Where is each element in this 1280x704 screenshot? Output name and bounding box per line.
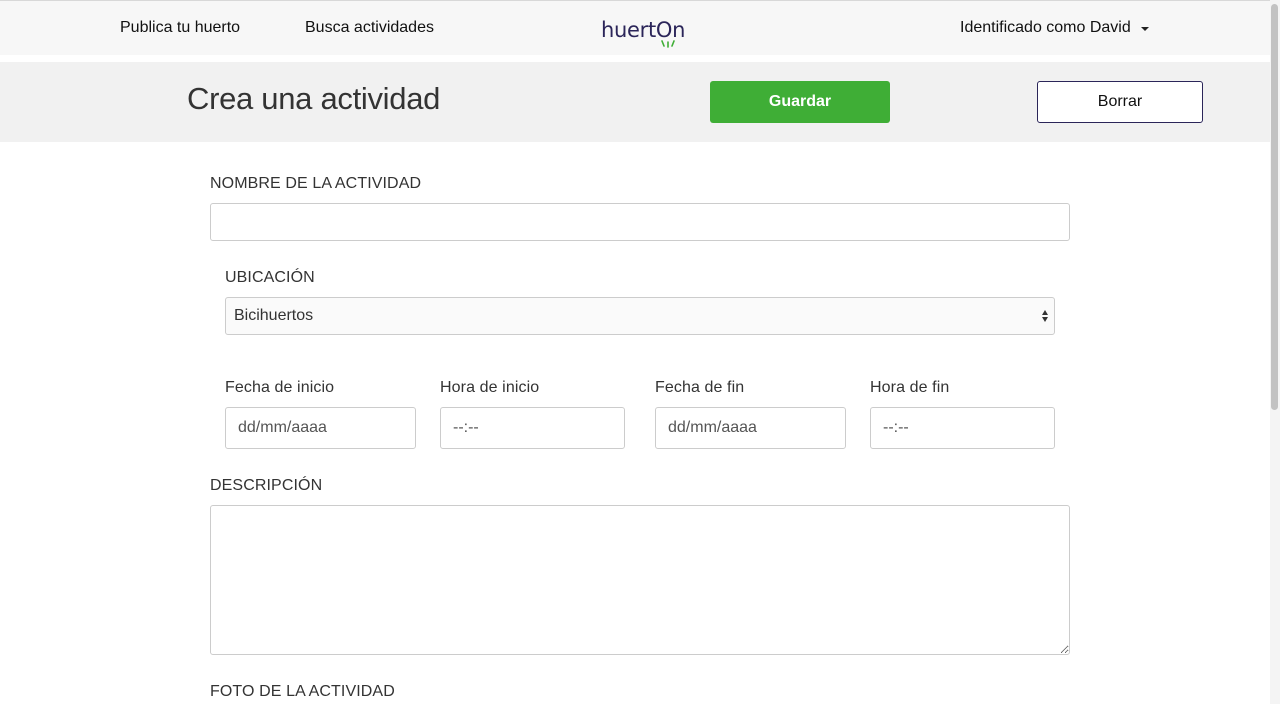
end-time-input[interactable] [870,407,1055,449]
page-header: Crea una actividad Guardar Borrar [0,62,1270,142]
start-date-input[interactable] [225,407,416,449]
page-title: Crea una actividad [187,81,441,116]
end-date-input[interactable] [655,407,846,449]
user-menu-label: Identificado como David [960,19,1131,36]
end-date-label: Fecha de fin [655,379,745,396]
end-time-label: Hora de fin [870,379,950,396]
description-label: DESCRIPCIÓN [210,477,323,494]
scrollbar-thumb[interactable] [1271,4,1278,410]
start-date-label: Fecha de inicio [225,379,335,396]
huerton-logo[interactable]: huertOn [601,18,693,50]
caret-down-icon [1140,27,1149,31]
location-label: UBICACIÓN [225,269,315,286]
nav-publica-tu-huerto-link[interactable]: Publica tu huerto [120,19,240,37]
start-time-label: Hora de inicio [440,379,540,396]
photo-label: FOTO DE LA ACTIVIDAD [210,683,395,700]
user-menu-dropdown[interactable]: Identificado como David [960,19,1149,37]
start-time-input[interactable] [440,407,625,449]
location-selected-value: Bicihuertos [234,307,314,324]
select-arrows-icon [1042,310,1048,322]
nav-busca-actividades-link[interactable]: Busca actividades [305,19,434,37]
sprout-icon [661,40,675,48]
activity-name-label: NOMBRE DE LA ACTIVIDAD [210,175,422,192]
logo-text: huertOn [601,18,686,42]
delete-button[interactable]: Borrar [1037,81,1203,123]
top-navbar: Publica tu huerto Busca actividades huer… [0,0,1270,55]
description-textarea[interactable] [210,505,1070,655]
save-button[interactable]: Guardar [710,81,890,123]
location-select[interactable]: Bicihuertos [225,297,1055,335]
activity-name-input[interactable] [210,203,1070,241]
